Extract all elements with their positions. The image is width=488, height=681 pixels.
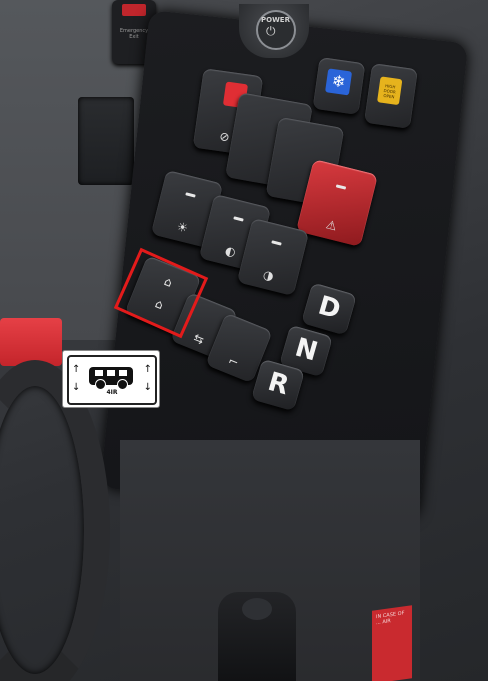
interior-light-switch-dash [185, 192, 196, 198]
warning-sticker: IN CASE OF ... AIR [372, 605, 412, 681]
power-icon: ⏻ [266, 24, 276, 38]
headlight-switch-dash [233, 216, 244, 222]
shift-knob[interactable] [242, 598, 272, 620]
dashboard-photo: Emergency Exit POWER ⏻ ❄ HIGH DOOR OPEN … [0, 0, 488, 681]
power-label: POWER [261, 16, 290, 24]
air-vent [78, 97, 134, 185]
left-up-arrow-icon: ↑ [72, 364, 81, 375]
bus-window [107, 370, 115, 376]
ac-switch[interactable]: ❄ [312, 57, 366, 115]
red-lever-tab[interactable] [0, 318, 62, 366]
gear-reverse-label: R [264, 366, 293, 402]
label-card-text: 4IR [106, 389, 118, 396]
gear-drive-label: D [314, 290, 344, 326]
gear-neutral-label: N [291, 332, 321, 368]
hazard-switch-dash [335, 184, 347, 190]
warning-sticker-text: IN CASE OF ... AIR [376, 610, 405, 627]
bus-icon [89, 367, 133, 390]
emergency-switch-label: Emergency Exit [119, 28, 149, 40]
high-door-switch[interactable]: HIGH DOOR OPEN [364, 63, 418, 129]
high-door-label: HIGH DOOR OPEN [377, 76, 403, 106]
kneeling-label-card: ↑ ↓ ↑ ↓ 4IR [62, 350, 160, 408]
right-up-arrow-icon: ↑ [143, 364, 152, 375]
snowflake-icon: ❄ [325, 68, 353, 96]
emergency-switch-red-tab [122, 4, 146, 16]
bus-window [95, 370, 103, 376]
power-button-housing: POWER ⏻ [239, 4, 309, 58]
bus-window [119, 370, 127, 376]
shift-lever[interactable] [218, 592, 296, 681]
fog-light-switch-dash [271, 240, 282, 246]
label-card-frame: ↑ ↓ ↑ ↓ 4IR [67, 355, 157, 405]
steering-wheel[interactable] [0, 360, 110, 681]
